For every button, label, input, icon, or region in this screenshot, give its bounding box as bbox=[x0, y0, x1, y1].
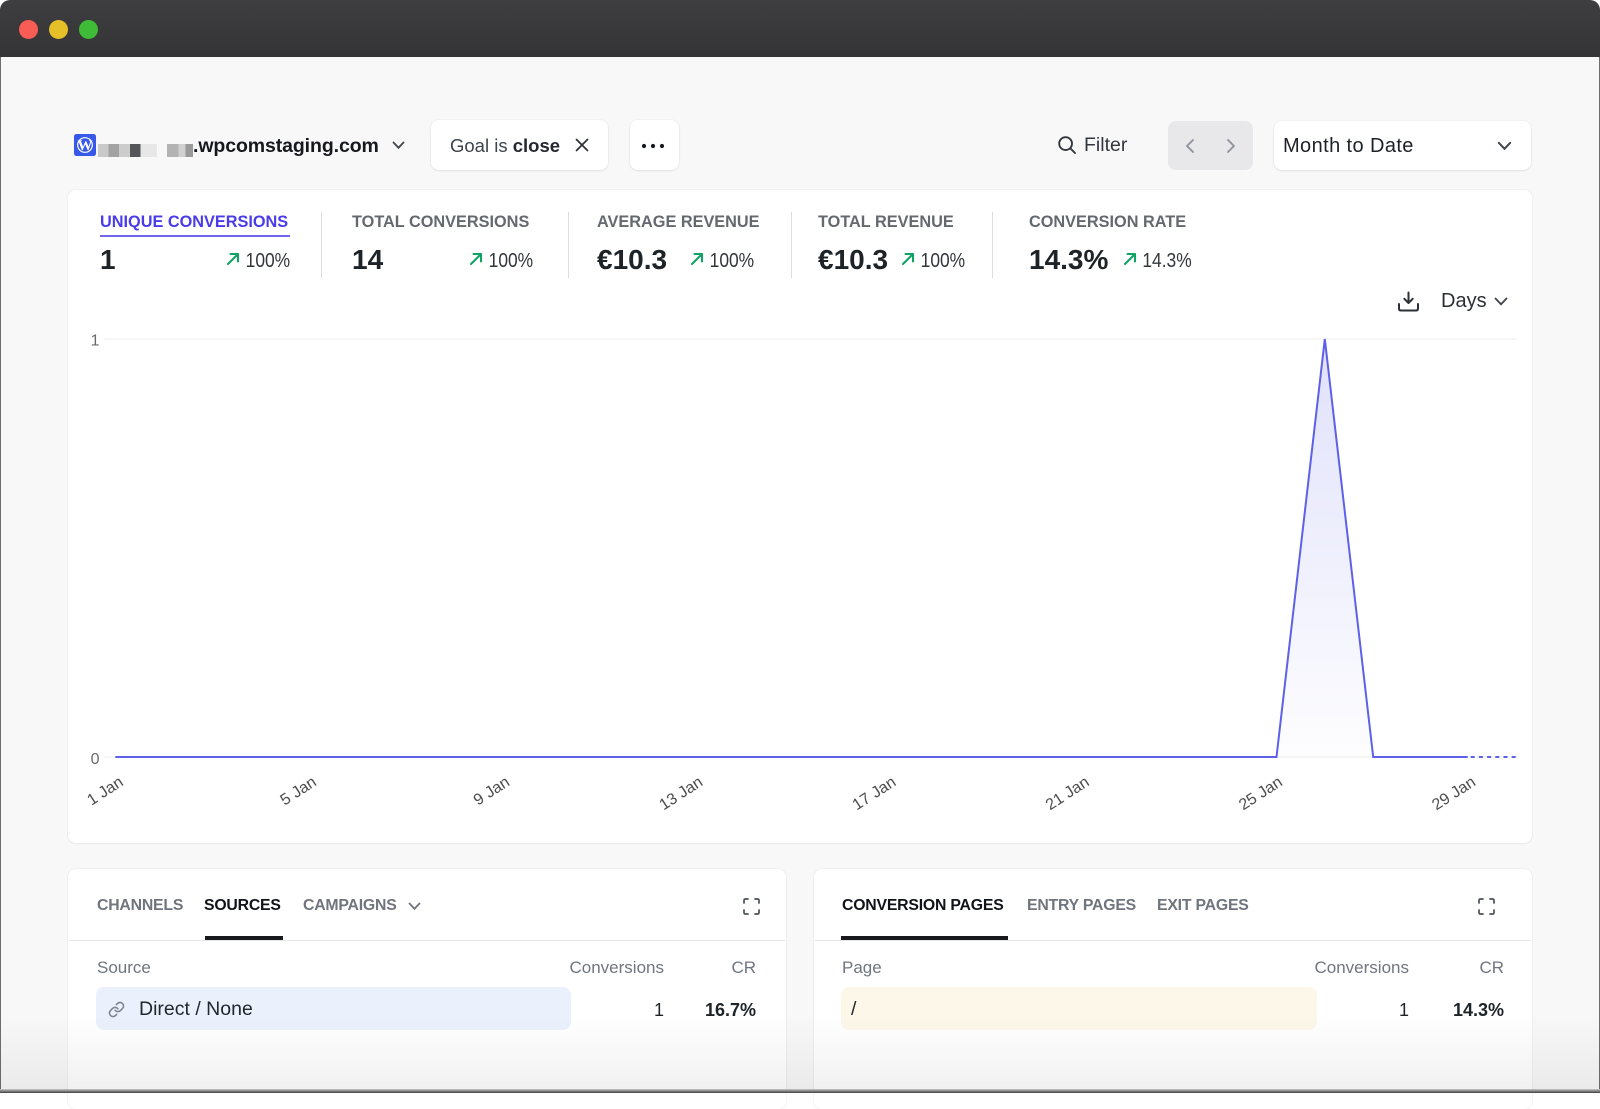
svg-text:21 Jan: 21 Jan bbox=[1043, 774, 1093, 814]
svg-text:1: 1 bbox=[91, 333, 100, 350]
svg-text:25 Jan: 25 Jan bbox=[1236, 774, 1286, 814]
svg-text:9 Jan: 9 Jan bbox=[471, 774, 513, 810]
svg-text:1 Jan: 1 Jan bbox=[84, 774, 126, 810]
svg-text:5 Jan: 5 Jan bbox=[278, 774, 320, 810]
svg-text:17 Jan: 17 Jan bbox=[850, 774, 900, 814]
svg-text:W: W bbox=[78, 138, 93, 154]
svg-text:13 Jan: 13 Jan bbox=[657, 774, 707, 814]
svg-text:29 Jan: 29 Jan bbox=[1429, 774, 1479, 814]
svg-text:0: 0 bbox=[91, 751, 100, 768]
